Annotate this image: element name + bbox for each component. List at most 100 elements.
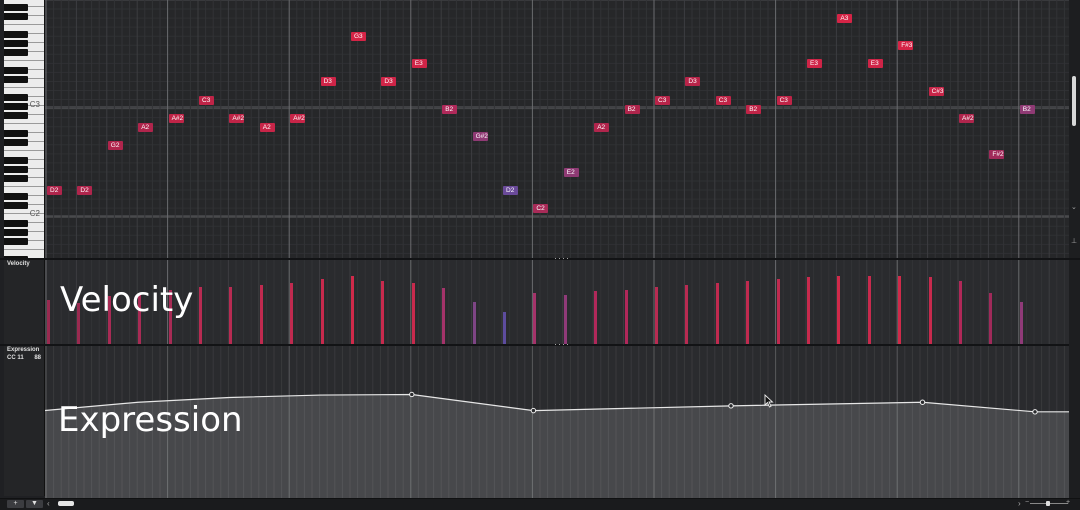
midi-note[interactable]: F#2 [989,149,1005,159]
black-key[interactable] [4,165,28,173]
velocity-lane-header[interactable]: Velocity [4,260,45,345]
velocity-bar[interactable] [320,279,324,345]
midi-note[interactable]: C3 [715,95,731,105]
black-key[interactable] [4,192,28,200]
velocity-bar[interactable] [928,276,932,345]
lane-menu-button[interactable]: ▼ [26,500,43,508]
midi-note[interactable]: C#3 [928,86,944,96]
velocity-bar[interactable] [624,290,628,345]
midi-note[interactable]: D3 [320,77,336,87]
midi-note[interactable]: B2 [1019,104,1035,114]
black-key[interactable] [4,48,28,56]
midi-note[interactable]: E3 [807,59,822,69]
black-key[interactable] [4,111,28,119]
midi-note[interactable]: C3 [776,95,792,105]
black-key[interactable] [4,228,28,236]
velocity-lane[interactable] [45,260,1069,345]
automation-point[interactable] [728,403,734,409]
midi-note[interactable]: D3 [685,77,701,87]
black-key[interactable] [4,30,28,38]
midi-note[interactable]: D2 [77,186,93,196]
midi-note[interactable]: G#2 [472,131,488,141]
velocity-bar[interactable] [807,276,810,345]
automation-point[interactable] [409,391,415,398]
piano-keyboard[interactable]: C3 C2 [4,0,45,258]
black-key[interactable] [4,93,28,101]
black-key[interactable] [4,3,28,11]
velocity-bar[interactable] [655,286,658,345]
velocity-bar[interactable] [503,311,506,345]
black-key[interactable] [4,39,28,47]
velocity-bar[interactable] [229,286,233,345]
midi-note[interactable]: A3 [837,14,853,24]
velocity-bar[interactable] [411,283,415,345]
midi-note[interactable]: C3 [655,95,670,105]
midi-note[interactable]: A#2 [168,113,184,123]
vertical-scrollbar[interactable]: ⌄ ⊥ [1069,0,1080,258]
midi-note[interactable]: D3 [381,77,397,87]
velocity-bar[interactable] [533,292,537,345]
automation-point[interactable] [530,407,537,414]
midi-note[interactable]: D2 [47,186,62,196]
black-key[interactable] [4,12,28,20]
midi-note[interactable]: F#3 [898,41,914,51]
velocity-bar[interactable] [776,279,780,345]
zoom-slider-knob[interactable] [1046,501,1050,506]
midi-note[interactable]: A#2 [290,113,306,123]
velocity-bar[interactable] [351,276,354,345]
note-grid[interactable]: D2 D2 G2 A2 A#2 C3 A#2 A2 A#2 D3 G3 D3 E3 B2 G#2 D2 C2 E2… [45,0,1069,258]
zoom-out-icon[interactable]: − [1025,499,1029,506]
scroll-right-icon[interactable]: › [1018,499,1021,508]
vertical-scroll-thumb[interactable] [1072,76,1076,126]
midi-note[interactable]: A#2 [229,113,245,123]
velocity-bar[interactable] [746,281,750,345]
black-key[interactable] [4,237,28,245]
controller-number[interactable]: CC 11 [7,355,24,361]
midi-note[interactable]: A2 [594,122,610,132]
midi-note[interactable]: D2 [503,186,518,196]
black-key[interactable] [4,66,28,74]
velocity-bar[interactable] [898,276,902,345]
velocity-bar[interactable] [199,286,202,345]
black-key[interactable] [4,102,28,110]
midi-note[interactable]: E3 [411,59,427,69]
velocity-bar[interactable] [867,276,871,345]
velocity-bar[interactable] [290,283,294,345]
midi-note[interactable]: C3 [199,95,214,105]
midi-note[interactable]: B2 [746,104,762,114]
scroll-down-icon[interactable]: ⌄ [1071,203,1077,211]
add-lane-button[interactable]: + [7,500,24,508]
black-key[interactable] [4,174,28,182]
horizontal-scroll-thumb[interactable] [58,501,74,506]
velocity-bar[interactable] [837,276,841,345]
velocity-bar[interactable] [47,300,50,345]
black-key[interactable] [4,219,28,227]
midi-note[interactable]: B2 [624,104,640,114]
midi-note[interactable]: A#2 [959,113,974,123]
zoom-in-icon[interactable]: + [1066,499,1070,506]
black-key[interactable] [4,156,28,164]
velocity-bar[interactable] [989,292,993,345]
expression-lane-header[interactable]: Expression CC 11 88 [4,346,45,496]
midi-note[interactable]: G2 [107,140,123,150]
midi-note[interactable]: B2 [442,104,458,114]
zoom-handle-icon[interactable]: ⊥ [1071,237,1077,245]
black-key[interactable] [4,75,28,83]
automation-point[interactable] [919,399,926,405]
scroll-left-icon[interactable]: ‹ [47,499,50,508]
midi-note[interactable]: G3 [351,32,366,42]
velocity-bar[interactable] [472,301,476,345]
midi-note[interactable]: E3 [867,59,883,69]
black-key[interactable] [4,201,28,209]
midi-note[interactable]: A2 [259,122,275,132]
black-key[interactable] [4,129,28,137]
velocity-bar[interactable] [594,291,598,345]
midi-note[interactable]: E2 [563,167,579,177]
midi-note[interactable]: C2 [533,204,549,214]
velocity-bar[interactable] [259,284,263,345]
velocity-bar[interactable] [381,281,385,345]
velocity-bar[interactable] [715,283,719,345]
velocity-bar[interactable] [442,288,446,345]
black-key[interactable] [4,138,28,146]
velocity-bar[interactable] [563,294,567,345]
